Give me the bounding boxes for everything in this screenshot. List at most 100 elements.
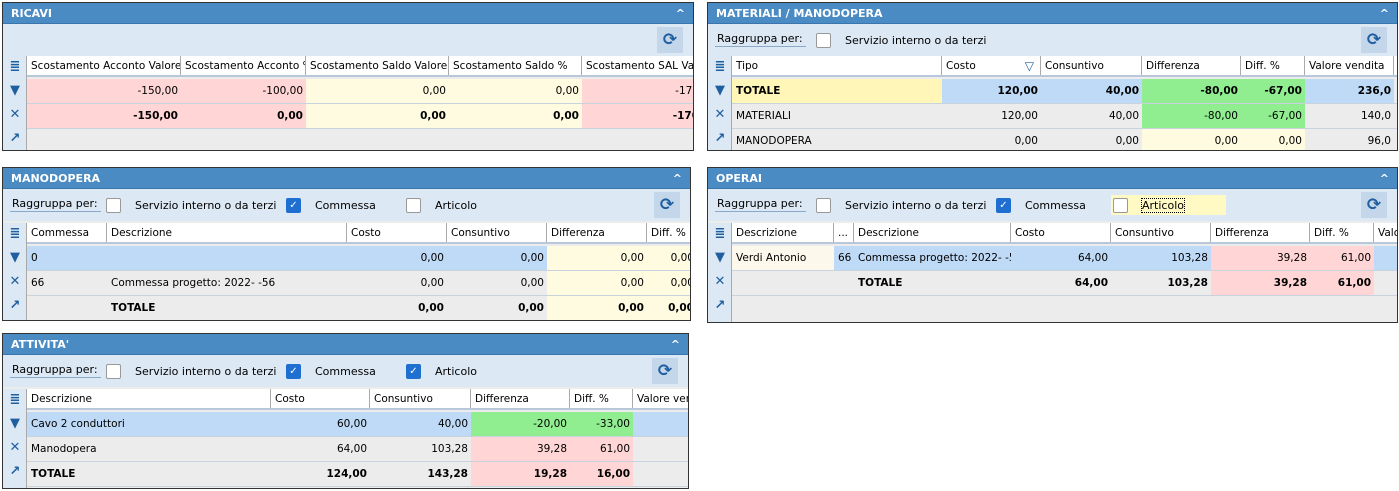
checkbox[interactable]: [816, 32, 831, 48]
filter-icon[interactable]: ▼: [712, 250, 728, 266]
column-header[interactable]: Consuntivo: [1041, 56, 1142, 75]
column-chooser-icon[interactable]: ≣: [7, 226, 23, 242]
chart-icon[interactable]: ↗: [7, 464, 23, 480]
filter-icon[interactable]: ▼: [7, 83, 23, 99]
column-header[interactable]: Valore: [1374, 223, 1397, 242]
refresh-icon[interactable]: ⟳: [1361, 192, 1387, 218]
group-option-commessa[interactable]: ✓ Commessa: [286, 361, 376, 381]
table-row[interactable]: TOTALE 120,00 40,00 -80,00 -67,00 236,0: [732, 79, 1397, 104]
clear-filter-icon[interactable]: ✕: [712, 107, 728, 123]
clear-filter-icon[interactable]: ✕: [7, 107, 23, 123]
table-row[interactable]: MANODOPERA 0,00 0,00 0,00 0,00 96,0: [732, 129, 1397, 150]
column-header[interactable]: Costo: [1011, 223, 1111, 242]
column-header[interactable]: Descrizione: [27, 389, 271, 408]
table-row[interactable]: Cavo 2 conduttori 60,00 40,00 -20,00 -33,00: [27, 412, 688, 437]
filter-icon[interactable]: ▼: [7, 250, 23, 266]
table-row[interactable]: TOTALE0,000,000,000,00: [27, 296, 690, 320]
collapse-chevron-icon[interactable]: ^: [673, 168, 682, 189]
column-header[interactable]: Valore vendita: [1305, 56, 1394, 75]
option-label: Commessa: [1025, 198, 1086, 212]
refresh-icon[interactable]: ⟳: [652, 358, 678, 384]
column-header[interactable]: Costo: [271, 389, 370, 408]
checkbox[interactable]: [1113, 197, 1128, 213]
checkbox[interactable]: [816, 197, 831, 213]
refresh-icon[interactable]: ⟳: [1361, 27, 1387, 53]
option-label: Servizio interno o da terzi: [845, 33, 987, 47]
column-header[interactable]: Differenza: [1211, 223, 1310, 242]
collapse-chevron-icon[interactable]: ^: [1380, 3, 1389, 24]
column-header[interactable]: Diff. %: [570, 389, 633, 408]
refresh-icon[interactable]: ⟳: [654, 192, 680, 218]
checkbox[interactable]: ✓: [286, 197, 301, 213]
column-header[interactable]: Differenza: [1142, 56, 1241, 75]
checkbox[interactable]: [106, 197, 121, 213]
group-option-articolo[interactable]: Articolo: [406, 195, 477, 215]
table-row[interactable]: -150,000,000,000,00-170: [27, 104, 693, 129]
column-chooser-icon[interactable]: ≣: [712, 59, 728, 75]
group-option-articolo[interactable]: ✓ Articolo: [406, 361, 477, 381]
column-header[interactable]: Commessa: [27, 223, 107, 242]
chart-icon[interactable]: ↗: [7, 131, 23, 147]
collapse-chevron-icon[interactable]: ^: [671, 334, 680, 355]
refresh-icon[interactable]: ⟳: [657, 27, 683, 53]
group-option-servizio[interactable]: Servizio interno o da terzi: [106, 361, 276, 381]
column-header[interactable]: Costo ▽: [942, 56, 1041, 75]
group-option-articolo[interactable]: Articolo: [1111, 195, 1226, 215]
column-header[interactable]: Descrizione: [854, 223, 1011, 242]
panel-title: OPERAI: [716, 172, 763, 185]
chart-icon[interactable]: ↗: [712, 131, 728, 147]
checkbox[interactable]: ✓: [406, 363, 421, 379]
column-header[interactable]: Differenza: [547, 223, 647, 242]
column-header[interactable]: Scostamento Saldo Valore: [306, 56, 449, 75]
filter-icon[interactable]: ▼: [712, 83, 728, 99]
checkbox[interactable]: ✓: [996, 197, 1011, 213]
column-header[interactable]: Consuntivo: [447, 223, 547, 242]
group-option-commessa[interactable]: ✓ Commessa: [996, 195, 1086, 215]
sort-descending-icon[interactable]: ▽: [1025, 56, 1034, 75]
column-header[interactable]: Valore vendita: [633, 389, 688, 408]
column-header[interactable]: Scostamento Acconto Valore: [27, 56, 181, 75]
column-header[interactable]: Consuntivo: [1111, 223, 1211, 242]
group-option-servizio[interactable]: Servizio interno o da terzi: [816, 30, 986, 50]
column-header[interactable]: Scostamento Acconto %: [181, 56, 306, 75]
clear-filter-icon[interactable]: ✕: [7, 274, 23, 290]
column-header[interactable]: Descrizione: [107, 223, 347, 242]
column-header[interactable]: Descrizione: [732, 223, 834, 242]
table-row[interactable]: -150,00-100,000,000,00-170: [27, 79, 693, 104]
table-cell: 0,00: [447, 296, 547, 320]
column-chooser-icon[interactable]: ≣: [712, 226, 728, 242]
column-header[interactable]: Scostamento SAL Valore: [582, 56, 693, 75]
table-row[interactable]: TOTALE 64,00 103,28 39,28 61,00: [732, 271, 1397, 296]
column-chooser-icon[interactable]: ≣: [7, 59, 23, 75]
column-header[interactable]: Costo: [347, 223, 447, 242]
column-header[interactable]: Diff. %: [1310, 223, 1374, 242]
clear-filter-icon[interactable]: ✕: [712, 274, 728, 290]
table-row[interactable]: MATERIALI 120,00 40,00 -80,00 -67,00 140,0: [732, 104, 1397, 129]
group-option-servizio[interactable]: Servizio interno o da terzi: [106, 195, 276, 215]
table-row[interactable]: TOTALE 124,00 143,28 19,28 16,00: [27, 462, 688, 487]
collapse-chevron-icon[interactable]: ^: [1380, 168, 1389, 189]
column-header[interactable]: Diff. %: [647, 223, 690, 242]
checkbox[interactable]: ✓: [286, 363, 301, 379]
column-header[interactable]: Consuntivo: [370, 389, 471, 408]
group-option-servizio[interactable]: Servizio interno o da terzi: [816, 195, 986, 215]
filter-icon[interactable]: ▼: [7, 416, 23, 432]
column-header[interactable]: Scostamento Saldo %: [449, 56, 582, 75]
collapse-chevron-icon[interactable]: ^: [676, 3, 685, 24]
checkbox[interactable]: [406, 197, 421, 213]
table-row[interactable]: 66 Commessa progetto: 2022- -56 0,00 0,00 0,…: [27, 271, 690, 296]
table-row[interactable]: 00,000,000,000,00: [27, 246, 690, 271]
column-header[interactable]: Differenza: [471, 389, 570, 408]
checkbox[interactable]: [106, 363, 121, 379]
group-option-commessa[interactable]: ✓ Commessa: [286, 195, 376, 215]
chart-icon[interactable]: ↗: [7, 298, 23, 314]
clear-filter-icon[interactable]: ✕: [7, 440, 23, 456]
column-header[interactable]: Diff. %: [1241, 56, 1305, 75]
column-chooser-icon[interactable]: ≣: [7, 392, 23, 408]
chart-icon[interactable]: ↗: [712, 298, 728, 314]
table-row[interactable]: Manodopera 64,00 103,28 39,28 61,00: [27, 437, 688, 462]
table-row[interactable]: Verdi Antonio 66 Commessa progetto: 2022- …: [732, 246, 1397, 271]
column-header[interactable]: ...: [834, 223, 854, 242]
column-header[interactable]: Tipo: [732, 56, 942, 75]
table-cell: [633, 412, 688, 436]
